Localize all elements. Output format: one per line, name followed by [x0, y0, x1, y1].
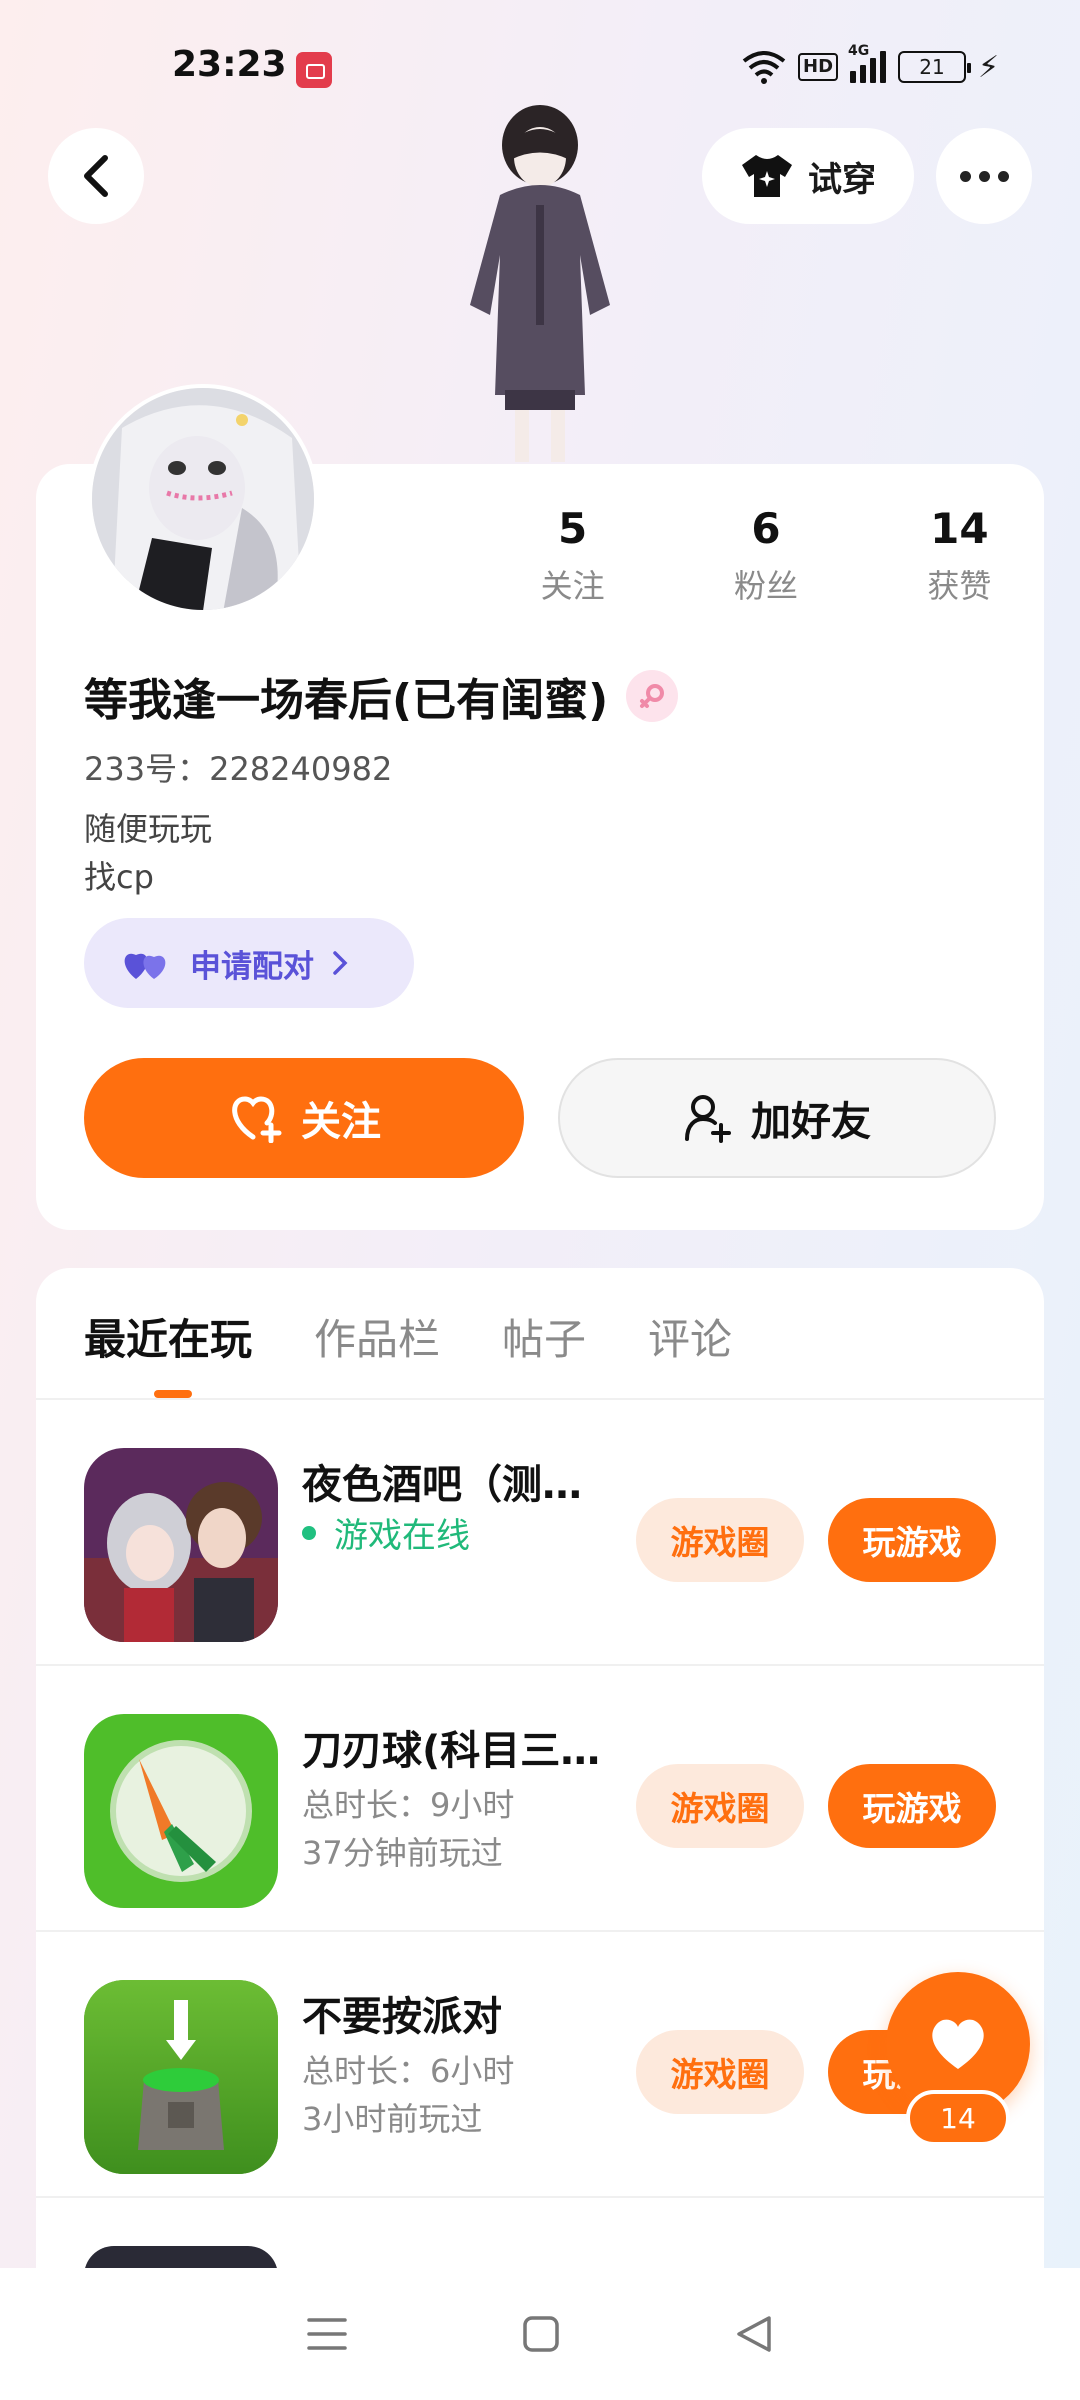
tab-bar: 最近在玩 作品栏 帖子 评论	[84, 1306, 732, 1367]
content-card: 最近在玩 作品栏 帖子 评论 夜色酒吧（测… 游戏在线 游戏圈 玩游戏 刀刃球(…	[36, 1268, 1044, 2276]
game-playtime: 总时长：9小时	[302, 1786, 515, 1824]
tab-comments[interactable]: 评论	[648, 1306, 732, 1367]
game-icon	[84, 1980, 278, 2174]
avatar[interactable]	[88, 384, 318, 614]
battery-level: 21	[919, 55, 945, 79]
more-dot-icon	[997, 170, 1009, 182]
game-icon	[84, 1714, 278, 1908]
game-circle-button[interactable]: 游戏圈	[636, 1498, 804, 1582]
stat-number: 6	[751, 504, 781, 553]
like-count-badge: 14	[906, 2090, 1010, 2146]
game-list-item[interactable]: 刀刃球(科目三… 总时长：9小时 37分钟前玩过 游戏圈 玩游戏	[36, 1666, 1044, 1932]
nickname-row: 等我逢一场春后(已有闺蜜)	[84, 664, 679, 728]
heart-icon	[932, 2019, 984, 2069]
more-dot-icon	[959, 170, 971, 182]
play-game-button[interactable]: 玩游戏	[828, 1498, 996, 1582]
stat-likes[interactable]: 14 获赞	[863, 504, 1056, 607]
follow-button[interactable]: 关注	[84, 1058, 524, 1178]
battery-icon: 21	[898, 51, 972, 83]
add-friend-button[interactable]: 加好友	[558, 1058, 996, 1178]
tshirt-icon	[742, 155, 792, 197]
game-title: 刀刃球(科目三…	[302, 1728, 601, 1774]
apply-pair-button[interactable]: 申请配对	[84, 918, 414, 1008]
game-list-item[interactable]: 夜色酒吧（测… 游戏在线 游戏圈 玩游戏	[36, 1400, 1044, 1666]
network-type-label: 4G	[848, 43, 870, 59]
chevron-left-icon	[84, 155, 108, 197]
play-game-button[interactable]: 玩游戏	[828, 1764, 996, 1848]
online-dot-icon	[302, 1525, 316, 1540]
status-indicators: HD 4G 21 ⚡	[742, 43, 1000, 90]
tab-posts[interactable]: 帖子	[502, 1306, 586, 1367]
back-triangle-icon[interactable]	[735, 2314, 773, 2354]
stat-label: 关注	[540, 567, 605, 605]
status-time: 23:23	[172, 44, 287, 85]
chevron-right-icon	[333, 951, 348, 975]
stat-label: 获赞	[927, 567, 992, 605]
stat-following[interactable]: 5 关注	[476, 504, 669, 607]
double-heart-icon	[124, 953, 166, 979]
profile-stats: 5 关注 6 粉丝 14 获赞	[476, 504, 1056, 607]
menu-icon[interactable]	[307, 2317, 348, 2351]
back-button[interactable]	[48, 128, 144, 224]
nickname: 等我逢一场春后(已有闺蜜)	[84, 675, 609, 726]
bio-line: 随便玩玩	[84, 810, 213, 848]
tryon-label: 试穿	[808, 159, 876, 200]
game-icon	[84, 1448, 278, 1642]
game-last-played: 37分钟前玩过	[302, 1834, 503, 1872]
home-icon[interactable]	[522, 2315, 560, 2353]
game-circle-button[interactable]: 游戏圈	[636, 2030, 804, 2114]
stat-followers[interactable]: 6 粉丝	[669, 504, 862, 607]
user-id: 233号：228240982	[84, 750, 393, 788]
add-friend-label: 加好友	[751, 1099, 871, 1145]
online-label: 游戏在线	[334, 1516, 470, 1556]
more-options-button[interactable]	[936, 128, 1032, 224]
more-dot-icon	[978, 170, 990, 182]
character-avatar-figure[interactable]	[420, 105, 660, 465]
tab-works[interactable]: 作品栏	[314, 1306, 440, 1367]
game-title: 不要按派对	[302, 1994, 502, 2040]
system-nav-bar	[0, 2268, 1080, 2400]
stat-number: 14	[930, 504, 989, 553]
game-title: 夜色酒吧（测…	[302, 1462, 582, 1508]
apply-pair-label: 申请配对	[190, 948, 314, 985]
follow-label: 关注	[301, 1099, 381, 1145]
tryon-button[interactable]: 试穿	[702, 128, 914, 224]
charging-icon: ⚡	[978, 49, 1000, 85]
screen-record-icon	[296, 52, 332, 88]
stat-label: 粉丝	[733, 567, 798, 605]
hd-icon: HD	[798, 53, 839, 81]
female-gender-icon	[626, 670, 679, 722]
add-user-icon	[685, 1095, 731, 1143]
heart-plus-icon	[232, 1096, 282, 1143]
online-status: 游戏在线	[302, 1508, 470, 1557]
game-last-played: 3小时前玩过	[302, 2100, 483, 2138]
bio-line: 找cp	[84, 858, 154, 896]
stat-number: 5	[558, 504, 588, 553]
wifi-icon	[742, 51, 786, 84]
tab-indicator	[154, 1390, 192, 1398]
signal-icon: 4G	[848, 43, 887, 83]
game-playtime: 总时长：6小时	[302, 2052, 515, 2090]
game-circle-button[interactable]: 游戏圈	[636, 1764, 804, 1848]
tab-recent-played[interactable]: 最近在玩	[84, 1306, 252, 1367]
